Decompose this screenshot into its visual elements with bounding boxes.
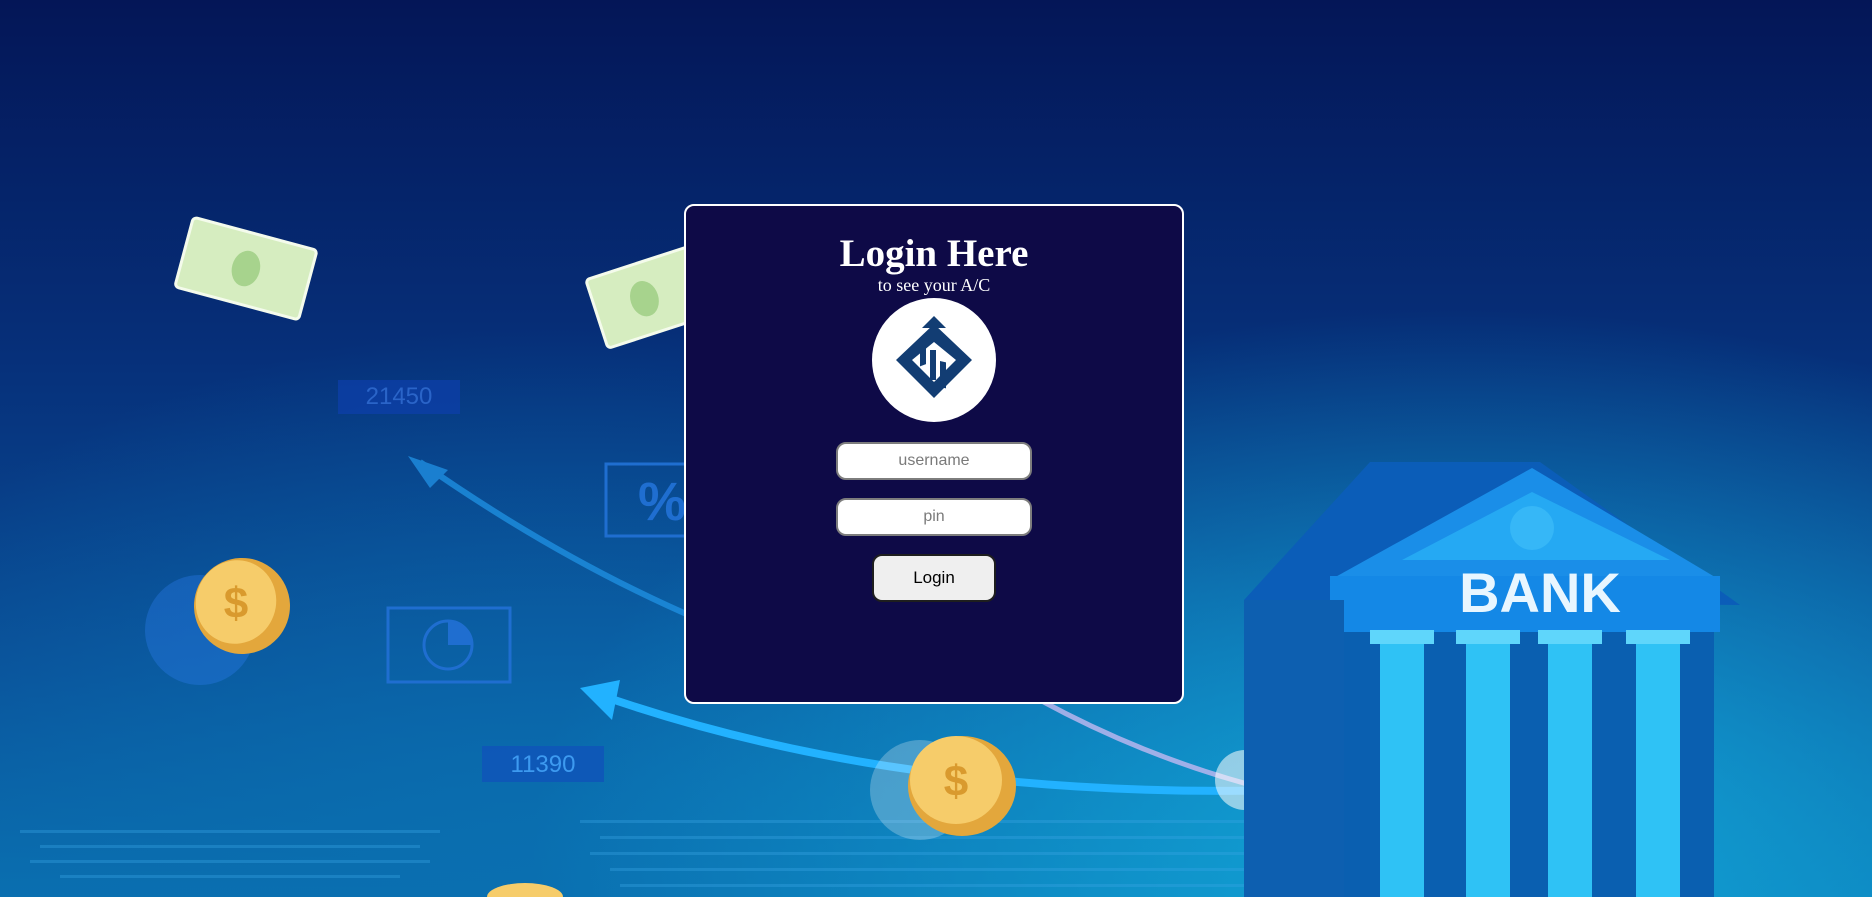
svg-text:$: $ — [944, 757, 968, 806]
svg-text:$: $ — [224, 579, 248, 628]
login-subtitle: to see your A/C — [877, 275, 991, 295]
banknote-left — [174, 216, 318, 321]
dotted-map — [20, 820, 1290, 887]
bank-building-icon: BANK — [1244, 462, 1740, 897]
stat-number-top: 21450 — [366, 383, 433, 410]
pie-chart-slice — [448, 621, 472, 645]
username-input[interactable] — [836, 442, 1032, 480]
coin-bottom-icon — [487, 883, 563, 897]
bank-logo-icon — [872, 298, 996, 422]
arrow-head-lower — [580, 680, 620, 720]
bank-sign: BANK — [1459, 561, 1621, 624]
arrow-head-upper — [408, 456, 448, 488]
pin-input[interactable] — [836, 498, 1032, 536]
login-button[interactable]: Login — [872, 554, 996, 602]
coin-right-icon: $ — [870, 736, 1016, 840]
login-title: Login Here — [839, 232, 1029, 275]
coin-left-icon: $ — [145, 558, 290, 685]
percent-sign: % — [638, 472, 686, 532]
diamond-logo-icon — [896, 316, 972, 398]
login-card: Login Here to see your A/C Login — [684, 204, 1184, 704]
stat-number-bottom: 11390 — [511, 751, 576, 778]
